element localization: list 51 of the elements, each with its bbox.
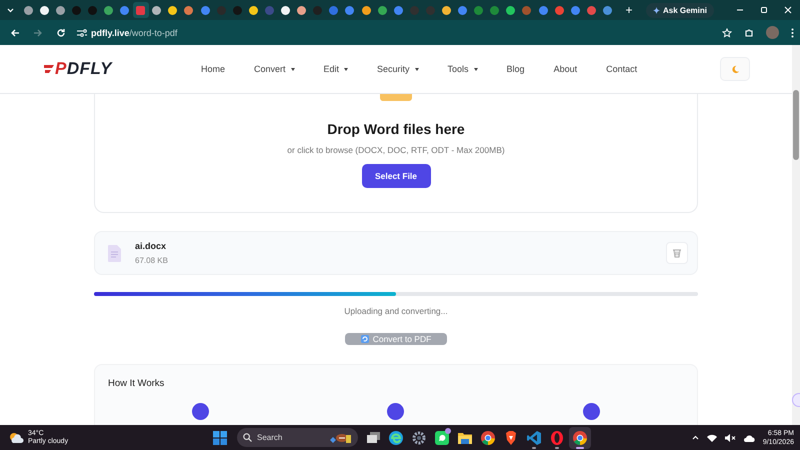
wifi-icon[interactable] [706,434,717,442]
nav-link[interactable]: Security [377,64,419,74]
bookmark-star-icon[interactable] [722,28,732,38]
status-text: Uploading and converting... [343,306,449,316]
step-circle [582,403,600,420]
nav-link[interactable]: Blog [506,64,525,74]
moon-icon [730,64,740,74]
select-file-button[interactable]: Select File [362,164,430,188]
extensions-icon[interactable] [744,28,754,38]
search-icon [243,433,252,442]
forward-arrow-icon [33,28,43,38]
taskbar-search-field[interactable]: Search [237,428,358,447]
nav-link[interactable]: Convert [254,64,294,74]
file-size: 67.08 KB [135,256,168,265]
refresh-icon [360,335,369,343]
upload-dropzone[interactable]: Drop Word files here or click to browse (DOCX, DOC, RTF, ODT - Max 200MB) Select File [94,94,698,213]
logo-wing-icon [44,62,54,76]
document-icon [108,244,121,262]
url-host[interactable]: pdfly.live [91,28,130,38]
section-title: How It Works [108,378,166,389]
theme-toggle-button[interactable] [720,57,750,81]
nav-link[interactable]: About [554,64,578,74]
menu-icon[interactable] [791,28,794,38]
nav-link[interactable]: Home [200,64,225,74]
site-info-icon[interactable] [77,28,87,36]
reload-icon [56,28,66,38]
nav-link[interactable]: Contact [606,64,638,74]
nav-link[interactable]: Tools [448,64,478,74]
nav-link[interactable]: Edit [324,64,348,74]
dropzone-title: Drop Word files here [327,121,465,137]
cloud-icon[interactable] [744,434,755,442]
weather-icon [9,432,24,444]
step-circle [387,403,404,420]
close-icon [784,6,792,14]
speaker-muted-icon[interactable] [724,434,736,442]
ask-gemini-button[interactable]: Ask Gemini [646,2,714,18]
restore-icon [760,6,768,14]
upload-icon [380,94,412,101]
new-tab-button[interactable]: + [621,3,636,17]
url-path[interactable]: /word-to-pdf [129,28,178,38]
file-name: ai.docx [135,241,168,251]
step-circle [192,403,210,420]
chevron-down-icon[interactable] [6,8,14,12]
sparkle-icon [652,6,660,14]
dropzone-hint: or click to browse (DOCX, DOC, RTF, ODT - Max 200MB) [287,145,505,155]
chrome-app-icon[interactable] [569,426,591,448]
scrollbar-thumb[interactable] [793,90,799,160]
chevron-up-icon[interactable] [692,435,699,440]
logo-text[interactable]: PDFLY [55,59,112,79]
back-arrow-icon [10,28,20,38]
trash-icon [672,248,682,258]
